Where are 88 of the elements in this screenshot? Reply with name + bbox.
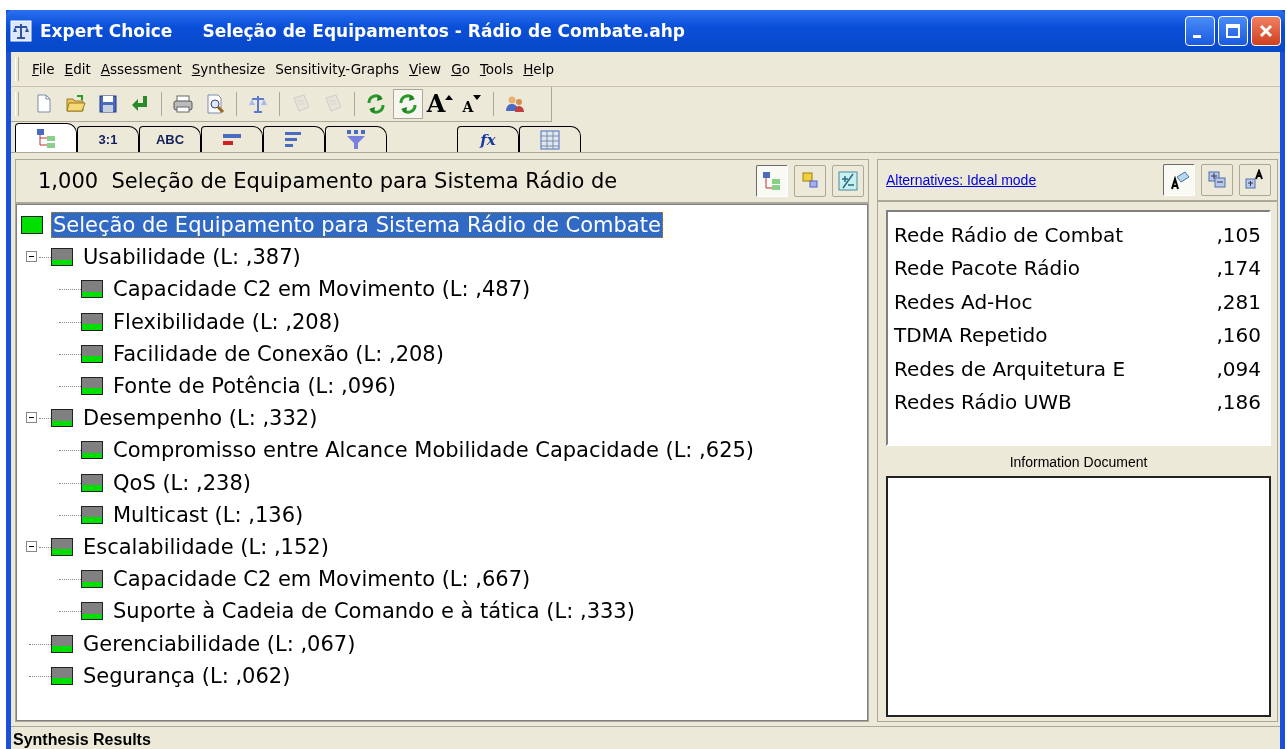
alternative-name: Redes de Arquitetura E [893,355,1127,383]
tree-node[interactable]: Usabilidade (L: ,387) [81,244,303,271]
tree-node[interactable]: QoS (L: ,238) [111,469,253,496]
menu-item[interactable]: Tools [474,61,519,77]
view-tab[interactable] [201,126,263,152]
tree-node[interactable]: Suporte à Cadeia de Comando e à tática (L: ,333) [111,598,637,625]
expand-collapse-icon [1206,169,1228,191]
tree-node[interactable]: Gerenciabilidade (L: ,067) [81,630,358,657]
tree-node[interactable]: Capacidade C2 em Movimento (L: ,667) [111,566,533,593]
tree-node[interactable]: Escalabilidade (L: ,152) [81,533,331,560]
menu-item[interactable]: Go [446,61,475,77]
view-tab[interactable] [15,123,77,152]
font-smaller-button[interactable]: A [457,89,487,119]
magnifier-icon [204,93,226,115]
formula-icon [837,170,859,192]
alternative-priority: ,105 [1216,222,1261,247]
alternative-priority: ,186 [1216,390,1261,415]
alternative-priority: ,160 [1216,323,1261,348]
alternative-name: Rede Pacote Rádio [893,255,1081,283]
font-icon [1168,169,1190,191]
tree-node[interactable]: Seleção de Equipamento para Sistema Rádio de Combate [51,212,663,239]
tree-node[interactable]: Facilidade de Conexão (L: ,208) [111,340,446,367]
minimize-icon [1193,34,1201,38]
tree-node[interactable]: Desempenho (L: ,332) [81,405,320,432]
tree-node[interactable]: Multicast (L: ,136) [111,501,306,528]
collapse-toggle[interactable] [26,412,37,424]
formula-button[interactable] [832,165,864,197]
tree-node[interactable]: Segurança (L: ,062) [81,662,293,689]
alternative-name: Redes Rádio UWB [893,389,1073,417]
tree-node[interactable]: Capacidade C2 em Movimento (L: ,487) [111,276,533,303]
information-document-field[interactable] [886,476,1271,717]
tree-node[interactable]: Flexibilidade (L: ,208) [111,308,343,335]
tree-node[interactable]: Compromisso entre Alcance Mobilidade Capacidade (L: ,625) [111,437,757,464]
menu-item[interactable]: Edit [59,61,96,77]
menu-item[interactable]: Sensitivity-Graphs [270,61,405,77]
hierarchy-button[interactable] [756,165,788,197]
section-label: Information Document [1008,453,1149,472]
add-font-button[interactable] [1239,164,1271,196]
menu-item[interactable]: Help [518,61,559,77]
cycle-arrows-icon [365,93,387,115]
alternative-name: Rede Rádio de Combat [893,221,1125,249]
caret-down-icon [473,94,482,100]
caret-up-icon [445,94,454,100]
collapse-toggle[interactable] [26,540,37,552]
tree-node[interactable]: Fonte de Potência (L: ,096) [111,373,398,400]
maximize-icon [1223,21,1243,41]
goal-priority: 1,000 Seleção de Equipamento para Sistema Rádio de [38,169,618,193]
menu-item[interactable]: Assessment [95,61,187,77]
hierarchy-icon [35,127,57,149]
minimize-button[interactable] [1185,16,1215,46]
alternative-name: TDMA Repetido [893,322,1049,350]
view-tab[interactable]: 3:1 [77,126,139,152]
close-button[interactable] [1251,16,1281,46]
menu-item[interactable]: View [404,61,447,77]
add-font-icon [1244,169,1266,191]
collapse-toggle[interactable] [26,251,37,263]
alternative-priority: ,281 [1216,289,1261,314]
font-larger-button[interactable]: A [425,89,455,119]
maximize-button[interactable] [1218,16,1248,46]
font-button[interactable] [1163,164,1195,196]
app-name: Expert Choice [40,21,173,41]
alternative-name: Redes Ad-Hoc [893,288,1034,316]
alternatives-link[interactable]: Alternatives: Ideal mode [886,172,1037,188]
view-tab[interactable]: fx [457,126,519,152]
cycle-arrows-button[interactable] [393,89,423,119]
scale-icon [247,93,269,115]
window-title: Seleção de Equipamentos - Rádio de Combate.ahp [202,21,686,41]
scale-icon [10,20,32,42]
expand-collapse-button[interactable] [1201,164,1233,196]
view-tab[interactable] [263,126,325,152]
view-tab[interactable] [325,126,387,152]
document-icon [322,93,344,115]
view-tab[interactable] [519,126,581,152]
hierarchy-icon [761,170,783,192]
document-icon [290,93,312,115]
status-text: Synthesis Results [12,731,151,749]
alternative-priority: ,094 [1216,356,1261,381]
menu-item[interactable]: File [27,61,60,77]
cycle-arrows-icon [397,93,419,115]
funnel-icon [345,128,367,151]
printer-icon [172,93,194,115]
view-tab[interactable]: ABC [139,126,201,152]
folder-icon [65,93,87,115]
priority-meter [21,216,43,235]
nodes-button[interactable] [794,165,826,197]
menu-item[interactable]: Synthesize [186,61,271,77]
grid-icon [539,128,561,151]
alternative-priority: ,174 [1216,256,1261,281]
